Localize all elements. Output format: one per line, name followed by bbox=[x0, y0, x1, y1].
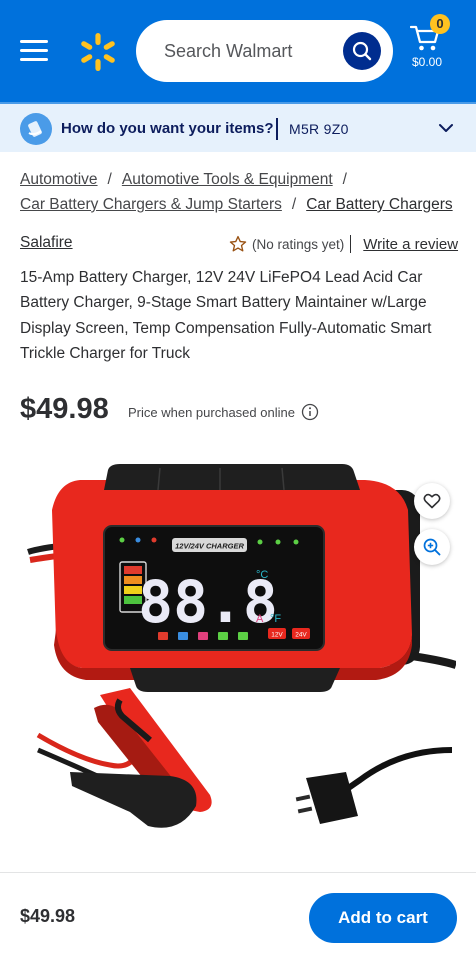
delivery-prompt: How do you want your items? bbox=[61, 120, 274, 137]
info-icon[interactable] bbox=[301, 403, 319, 421]
search-button[interactable] bbox=[343, 32, 381, 70]
svg-text:A: A bbox=[256, 613, 264, 625]
delivery-icon bbox=[20, 113, 52, 145]
breadcrumb: Automotive / Automotive Tools & Equipment /… bbox=[20, 167, 460, 217]
breadcrumb-separator: / bbox=[107, 171, 112, 188]
brand-link[interactable]: Salafire bbox=[20, 234, 73, 252]
rating-summary: (No ratings yet) Write a review bbox=[229, 235, 458, 253]
search-bar bbox=[136, 20, 393, 82]
svg-text:°F: °F bbox=[270, 613, 281, 625]
rating-divider bbox=[350, 235, 352, 253]
svg-text:°C: °C bbox=[256, 569, 268, 581]
add-to-cart-button[interactable]: Add to cart bbox=[309, 893, 457, 943]
product-price: $49.98 bbox=[20, 393, 109, 425]
cart-total: $0.00 bbox=[412, 55, 443, 69]
star-icon bbox=[229, 235, 247, 252]
cart-button[interactable]: 0 $0.00 bbox=[404, 14, 454, 74]
chevron-down-icon bbox=[439, 124, 453, 132]
breadcrumb-link-automotive[interactable]: Automotive bbox=[20, 171, 98, 188]
rating-text: (No ratings yet) bbox=[252, 236, 345, 252]
product-image[interactable]: 12V/24V CHARGER 88.8 °C A °F 12V 24V bbox=[20, 450, 456, 850]
display-24v-tag: 24V bbox=[295, 632, 307, 639]
delivery-options-bar[interactable]: How do you want your items? M5R 9Z0 bbox=[0, 102, 476, 152]
delivery-postal-code: M5R 9Z0 bbox=[289, 121, 349, 137]
breadcrumb-separator: / bbox=[342, 171, 347, 188]
bottom-price: $49.98 bbox=[20, 906, 76, 926]
search-input[interactable] bbox=[164, 39, 334, 63]
sticky-add-to-cart-bar: $49.98 Add to cart bbox=[0, 872, 476, 960]
product-title: 15-Amp Battery Charger, 12V 24V LiFePO4 … bbox=[20, 269, 432, 362]
walmart-spark-logo[interactable] bbox=[78, 32, 118, 72]
display-12v-tag: 12V bbox=[271, 632, 283, 639]
display-banner-text: 12V/24V CHARGER bbox=[175, 542, 244, 551]
zoom-image-button[interactable] bbox=[414, 529, 450, 565]
add-to-favorites-button[interactable] bbox=[414, 483, 450, 519]
write-review-link[interactable]: Write a review bbox=[363, 236, 458, 253]
delivery-divider bbox=[276, 118, 278, 140]
breadcrumb-link-battery-chargers[interactable]: Car Battery Chargers bbox=[306, 196, 452, 213]
price-note: Price when purchased online bbox=[128, 403, 319, 421]
breadcrumb-link-chargers-jump-starters[interactable]: Car Battery Chargers & Jump Starters bbox=[20, 196, 282, 213]
breadcrumb-link-tools[interactable]: Automotive Tools & Equipment bbox=[122, 171, 333, 188]
cart-count-badge: 0 bbox=[430, 14, 450, 34]
price-note-text: Price when purchased online bbox=[128, 404, 295, 420]
search-icon bbox=[352, 41, 372, 61]
top-header: 0 $0.00 bbox=[0, 0, 476, 102]
menu-icon[interactable] bbox=[20, 40, 48, 62]
zoom-in-icon bbox=[423, 538, 441, 556]
heart-icon bbox=[423, 493, 441, 509]
breadcrumb-separator: / bbox=[291, 196, 297, 213]
